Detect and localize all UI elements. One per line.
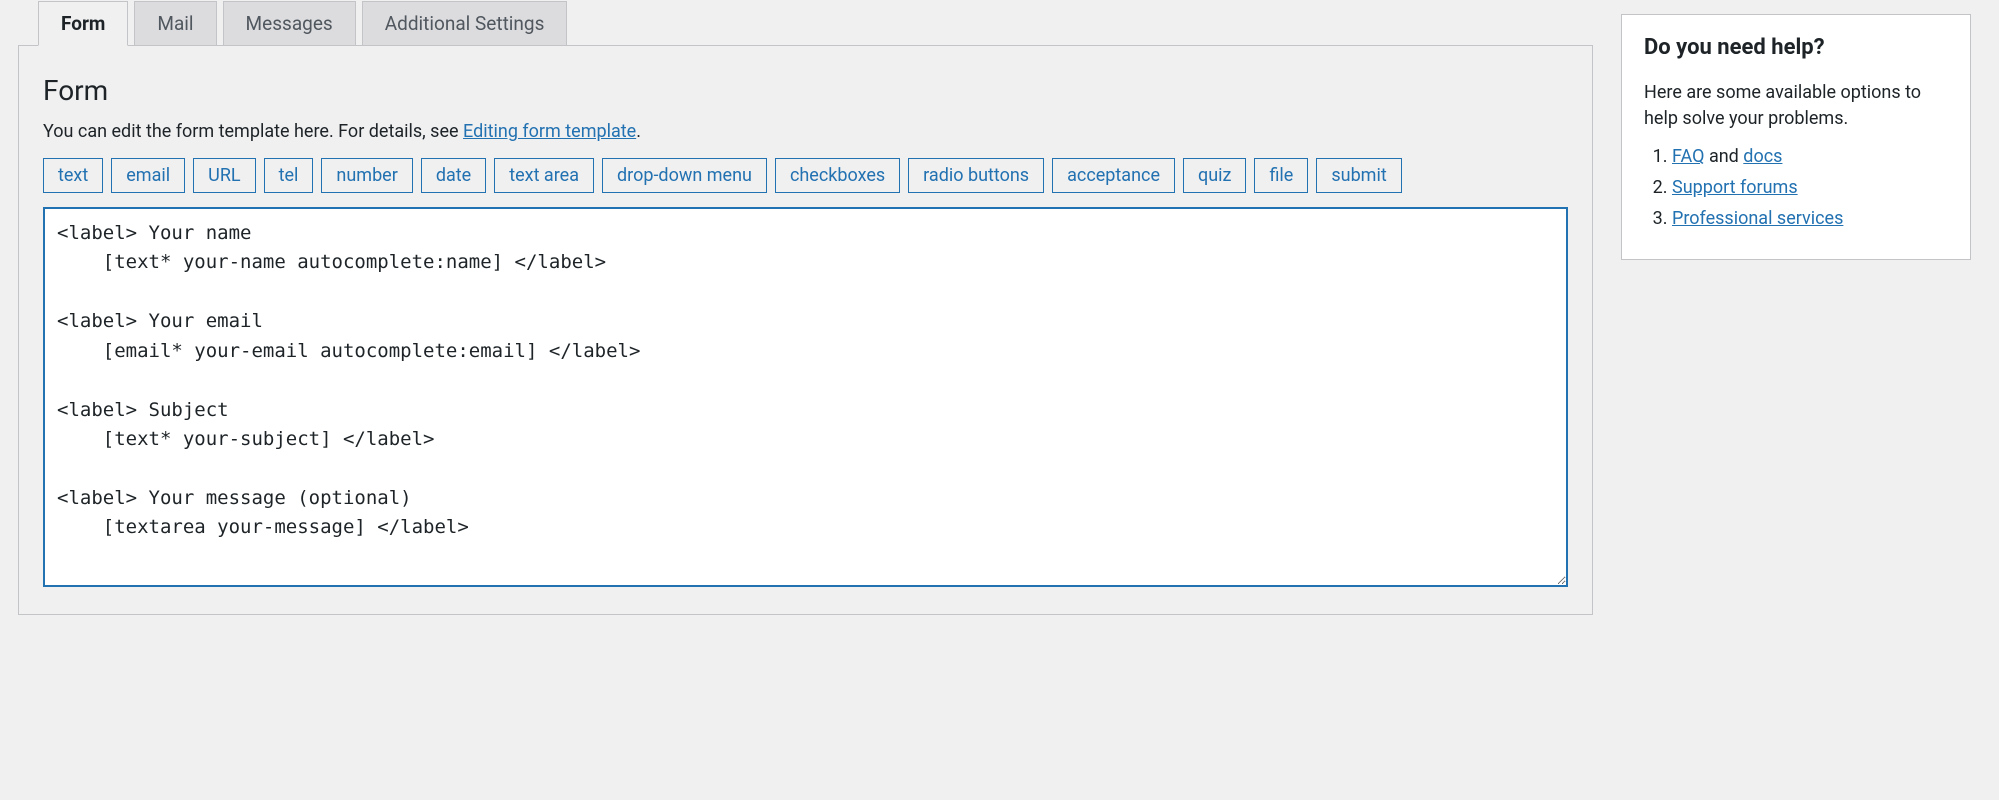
form-template-textarea[interactable] (43, 207, 1568, 587)
description-suffix: . (636, 121, 641, 142)
tab-mail[interactable]: Mail (134, 1, 216, 46)
tag-button-drop-down-menu[interactable]: drop-down menu (602, 158, 767, 193)
tab-bar: FormMailMessagesAdditional Settings (38, 0, 1593, 45)
help-link[interactable]: FAQ (1672, 146, 1704, 167)
tag-button-acceptance[interactable]: acceptance (1052, 158, 1175, 193)
tag-button-email[interactable]: email (111, 158, 185, 193)
tab-messages[interactable]: Messages (223, 1, 356, 46)
tag-button-checkboxes[interactable]: checkboxes (775, 158, 900, 193)
panel-heading: Form (43, 74, 1568, 107)
tab-additional-settings[interactable]: Additional Settings (362, 1, 568, 46)
tag-button-text[interactable]: text (43, 158, 103, 193)
help-sidebar: Do you need help? Here are some availabl… (1621, 14, 1971, 260)
help-link[interactable]: docs (1743, 146, 1782, 167)
tag-button-file[interactable]: file (1254, 158, 1308, 193)
tag-button-date[interactable]: date (421, 158, 486, 193)
tag-button-url[interactable]: URL (193, 158, 255, 193)
help-item: Professional services (1672, 208, 1948, 229)
tag-button-quiz[interactable]: quiz (1183, 158, 1246, 193)
tag-button-submit[interactable]: submit (1316, 158, 1401, 193)
form-panel: Form You can edit the form template here… (18, 45, 1593, 615)
tag-button-radio-buttons[interactable]: radio buttons (908, 158, 1044, 193)
help-title: Do you need help? (1644, 35, 1948, 60)
tag-generator-row: textemailURL telnumber datetext areadrop-d… (43, 158, 1568, 193)
help-link[interactable]: Support forums (1672, 177, 1798, 198)
editing-form-template-link[interactable]: Editing form template (463, 121, 636, 142)
panel-description: You can edit the form template here. For… (43, 121, 1568, 142)
description-text: You can edit the form template here. For… (43, 121, 463, 142)
help-text: and (1704, 146, 1743, 167)
help-list: FAQ and docs Support forums Professional s… (1644, 146, 1948, 229)
help-item: Support forums (1672, 177, 1948, 198)
help-link[interactable]: Professional services (1672, 208, 1843, 229)
tag-button-number[interactable]: number (321, 158, 412, 193)
help-intro: Here are some available options to help … (1644, 80, 1948, 132)
tag-button-tel[interactable]: tel (264, 158, 314, 193)
tab-form[interactable]: Form (38, 1, 128, 46)
tag-button-text-area[interactable]: text area (494, 158, 594, 193)
help-item: FAQ and docs (1672, 146, 1948, 167)
